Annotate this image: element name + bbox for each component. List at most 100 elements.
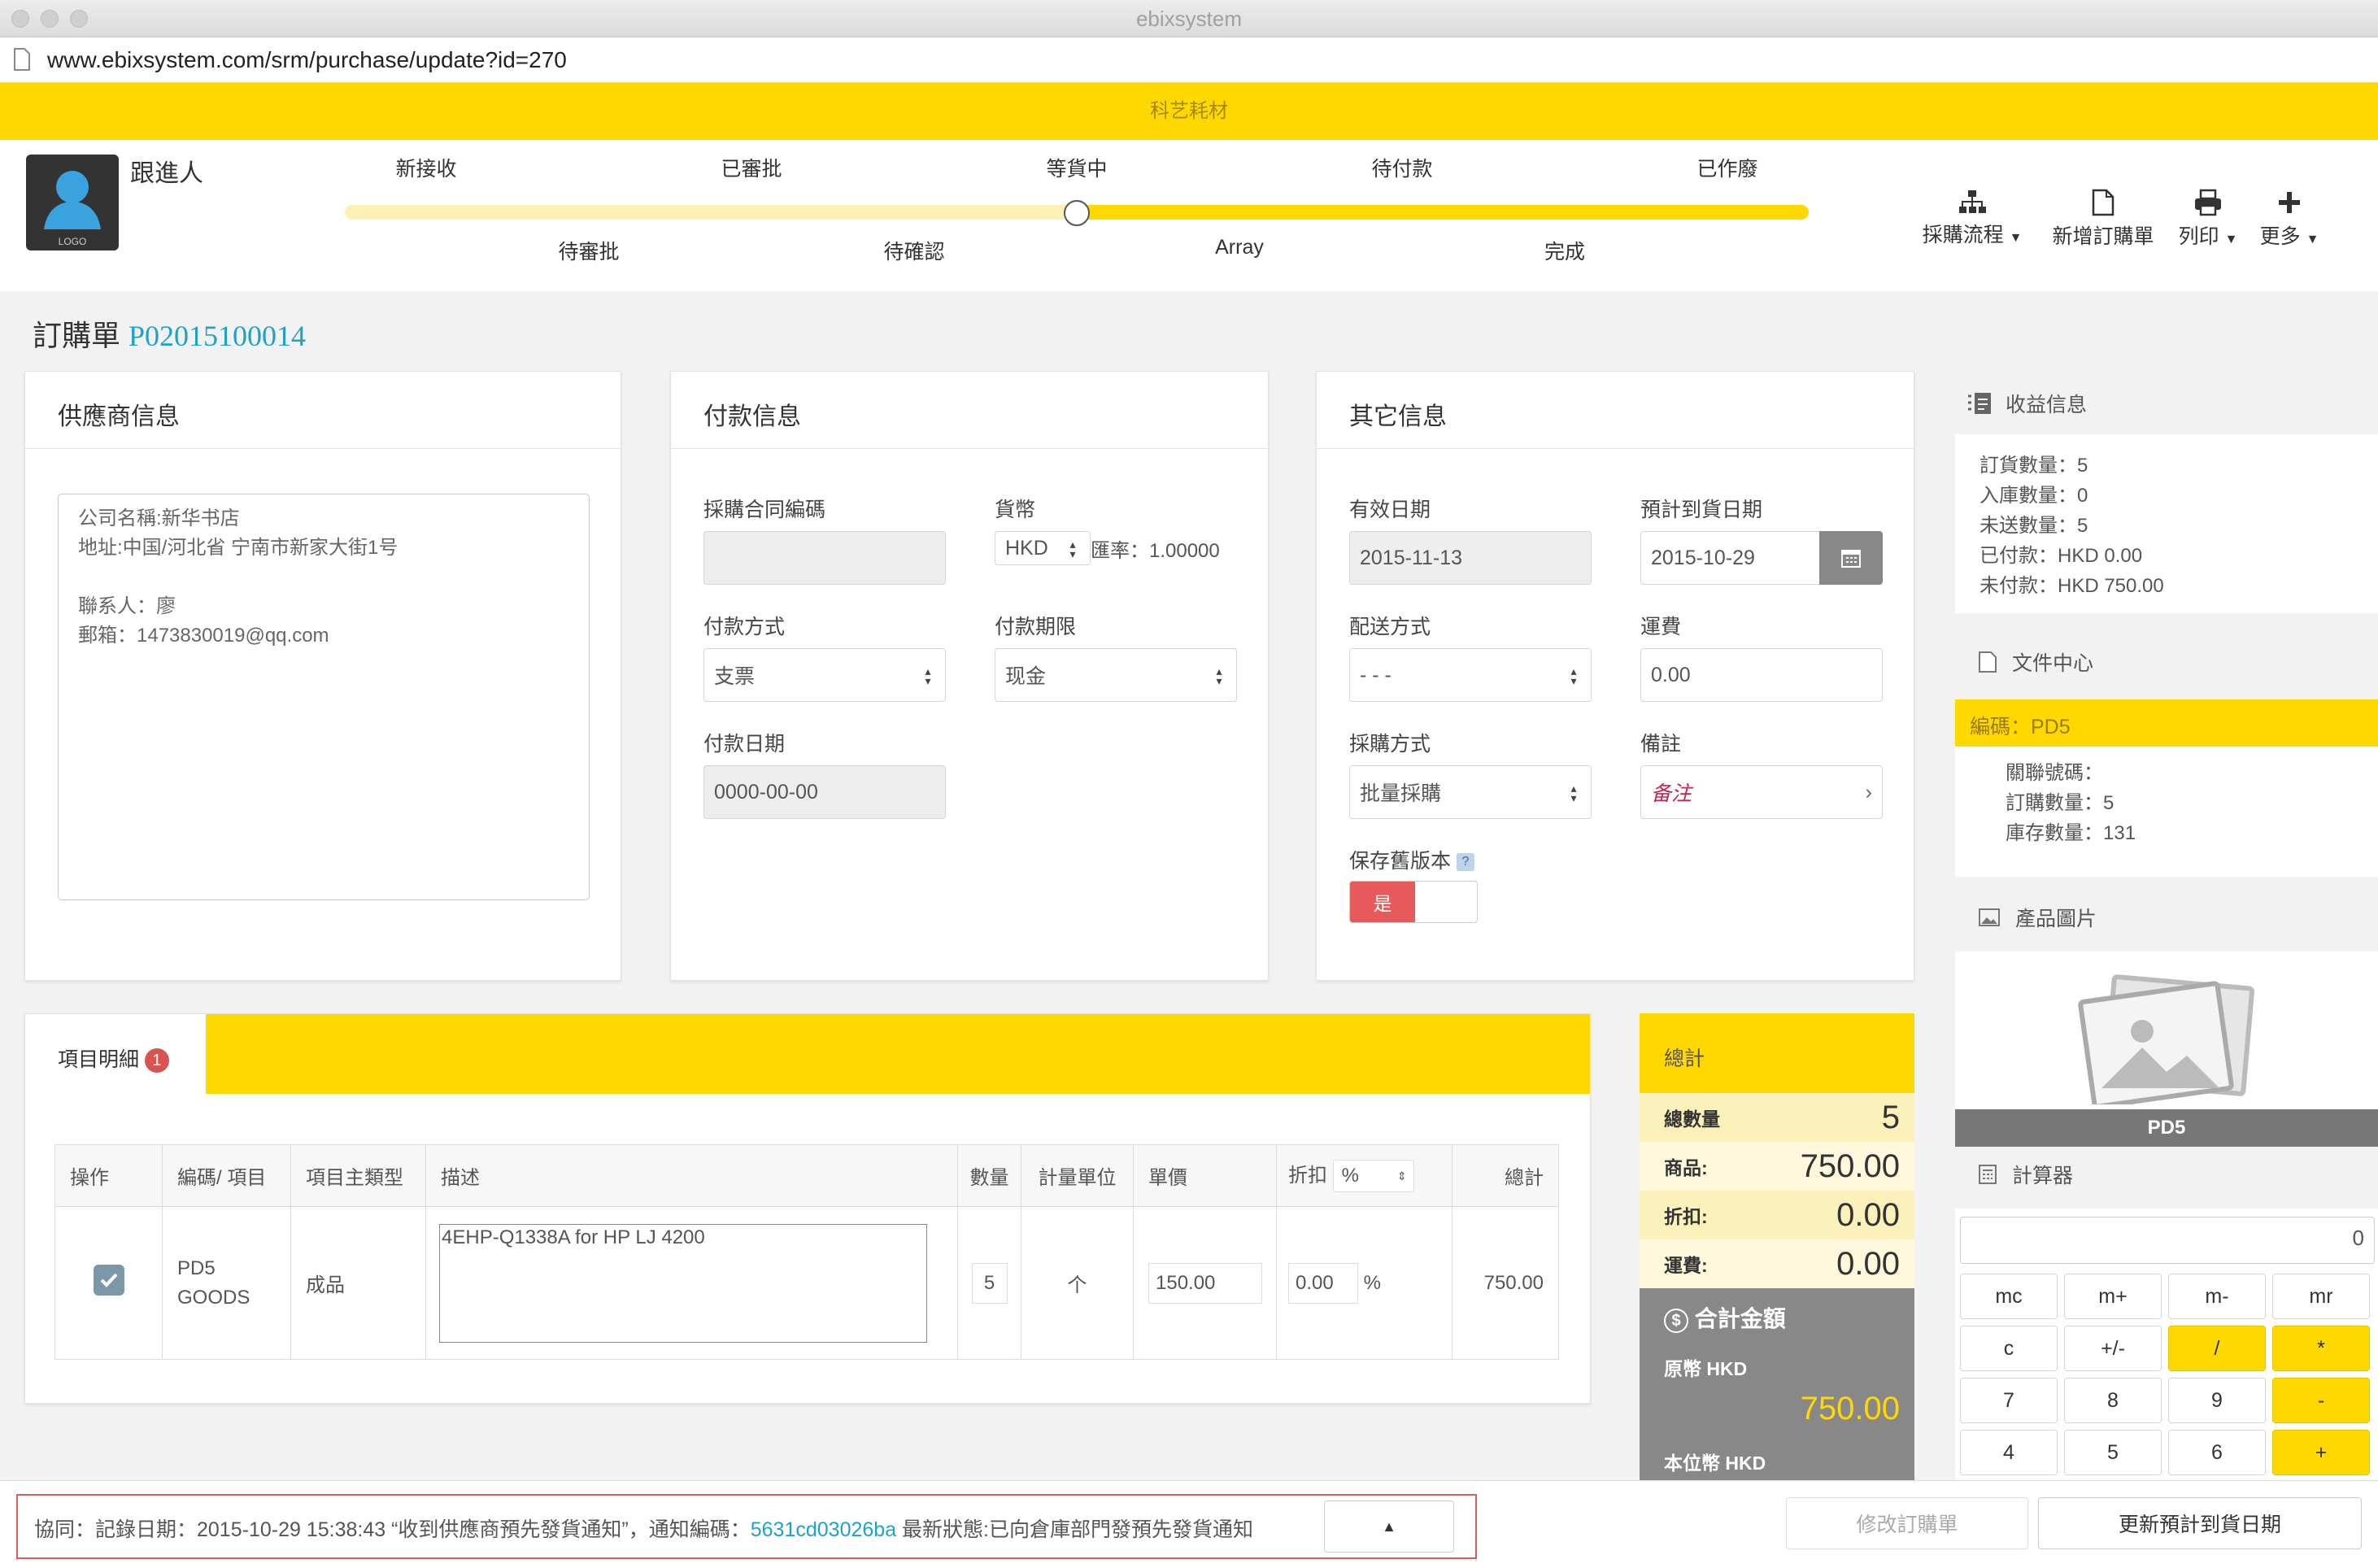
note-field[interactable]: 备注 ›	[1640, 765, 1883, 819]
sum-title-row: $ 合計金額	[1664, 1301, 1786, 1334]
calc-key[interactable]: mc	[1960, 1274, 2058, 1319]
col-op: 操作	[54, 1144, 163, 1207]
tab-items[interactable]: 項目明細 1	[58, 1043, 169, 1074]
supplier-textarea[interactable]: 公司名稱:新华书店 地址:中国/河北省 宁南市新家大街1号 聯系人：廖 郵箱：1…	[58, 494, 590, 900]
row-discount-input[interactable]: 0.00	[1288, 1262, 1358, 1304]
file-code-bar[interactable]: 編碼：PD5	[1955, 699, 2378, 747]
contract-input[interactable]	[703, 531, 946, 585]
step-array[interactable]: Array	[1207, 236, 1272, 259]
new-order-button[interactable]: 新增訂購單	[2046, 189, 2160, 250]
local-currency-label: 本位幣 HKD	[1664, 1453, 1766, 1474]
pay-method-label: 付款方式	[703, 616, 786, 638]
supplier-card: 供應商信息 公司名稱:新华书店 地址:中国/河北省 宁南市新家大街1号 聯系人：…	[24, 371, 621, 981]
update-eta-button[interactable]: 更新預計到貨日期	[2038, 1497, 2362, 1549]
company-banner: 科艺耗材	[0, 83, 2378, 140]
calc-key[interactable]: 6	[2168, 1430, 2266, 1475]
calc-key[interactable]: -	[2272, 1378, 2370, 1423]
currency-select[interactable]: HKD	[995, 531, 1091, 565]
profit-header[interactable]: 收益信息	[1966, 387, 2087, 420]
calc-key[interactable]: c	[1960, 1326, 2058, 1371]
status-progress-handle[interactable]	[1064, 200, 1090, 226]
calculator-title: 計算器	[2012, 1165, 2074, 1187]
freight-total-label: 運費:	[1664, 1255, 1708, 1276]
avatar[interactable]: LOGO	[26, 155, 119, 250]
print-button[interactable]: 列印 ▼	[2171, 189, 2245, 250]
calculator-header[interactable]: 計算器	[1978, 1158, 2073, 1191]
supplier-title: 供應商信息	[58, 403, 180, 430]
address-bar[interactable]: www.ebixsystem.com/srm/purchase/update?i…	[0, 37, 2378, 83]
step-approved[interactable]: 已審批	[719, 153, 784, 182]
freight-input[interactable]: 0.00	[1640, 648, 1883, 702]
row-type: 成品	[290, 1206, 426, 1360]
calc-key[interactable]: m+	[2064, 1274, 2162, 1319]
modify-order-button[interactable]: 修改訂購單	[1786, 1497, 2028, 1549]
calendar-button[interactable]	[1819, 531, 1883, 585]
list-icon	[1968, 393, 1991, 414]
goods-value: 750.00	[1800, 1148, 1900, 1184]
log-expand-button[interactable]: ▲	[1324, 1500, 1454, 1553]
items-tab-label: 項目明細	[58, 1048, 140, 1071]
row-desc-textarea[interactable]: 4EHP-Q1338A for HP LJ 4200	[439, 1223, 927, 1343]
pay-date-input[interactable]: 0000-00-00	[703, 765, 946, 819]
row-price-input[interactable]: 150.00	[1148, 1262, 1262, 1304]
calc-key[interactable]: 8	[2064, 1378, 2162, 1423]
step-new[interactable]: 新接收	[394, 153, 459, 182]
image-header[interactable]: 產品圖片	[1978, 901, 2097, 934]
row-checkbox[interactable]	[93, 1265, 124, 1296]
row-qty-input[interactable]: 5	[971, 1262, 1008, 1304]
goods-label: 商品:	[1664, 1157, 1708, 1178]
purchase-method-label: 採購方式	[1349, 733, 1431, 756]
goods-row: 商品: 750.00	[1640, 1142, 1914, 1191]
product-image[interactable]	[1955, 952, 2378, 1109]
print-label: 列印	[2178, 225, 2219, 248]
col-unit: 計量單位	[1021, 1144, 1134, 1207]
calc-key[interactable]: 4	[1960, 1430, 2058, 1475]
items-header-row: 操作 編碼/ 項目 項目主類型 描述 數量 計量單位 單價 折扣 % ⇕ 總計	[54, 1144, 1559, 1207]
right-sidebar: 收益信息 訂貨數量：5 入庫數量：0 未送數量：5 已付款：HKD 0.00 未…	[1955, 371, 2378, 1480]
step-to-pay[interactable]: 待付款	[1370, 153, 1435, 182]
calendar-icon	[1841, 550, 1861, 568]
purchase-method-select[interactable]: 批量採購	[1349, 765, 1592, 819]
col-discount: 折扣 % ⇕	[1276, 1144, 1452, 1207]
keep-version-toggle[interactable]: 是	[1349, 881, 1478, 923]
valid-date-input[interactable]: 2015-11-13	[1349, 531, 1592, 585]
calc-key[interactable]: m-	[2168, 1274, 2266, 1319]
calc-key[interactable]: +/-	[2064, 1326, 2162, 1371]
eta-input[interactable]: 2015-10-29	[1640, 531, 1821, 585]
pay-method-select[interactable]: 支票	[703, 648, 946, 702]
sitemap-icon	[1959, 190, 1986, 213]
url-text[interactable]: www.ebixsystem.com/srm/purchase/update?i…	[47, 47, 567, 73]
step-pending-confirm[interactable]: 待確認	[882, 236, 947, 265]
flow-button[interactable]: 採購流程 ▼	[1919, 189, 2025, 248]
status-header: LOGO 跟進人 新接收 已審批 等貨中 待付款 已作廢 待審批 待確認 Arr…	[0, 140, 2378, 291]
total-qty-row: 總數量 5	[1640, 1093, 1914, 1142]
calc-key[interactable]: mr	[2272, 1274, 2370, 1319]
files-title: 文件中心	[2012, 652, 2094, 675]
step-waiting[interactable]: 等貨中	[1044, 153, 1109, 182]
log-code-link[interactable]: 5631cd03026ba	[751, 1518, 896, 1541]
step-void[interactable]: 已作廢	[1695, 153, 1760, 182]
more-button[interactable]: 更多 ▼	[2253, 189, 2326, 250]
calculator: 0 mc m+ m-mr c +/- / * 7 8 9- 4 5 6 +	[1955, 1209, 2378, 1480]
row-name: GOODS	[177, 1286, 250, 1309]
files-header[interactable]: 文件中心	[1978, 646, 2093, 678]
calc-key[interactable]: 7	[1960, 1378, 2058, 1423]
help-icon[interactable]: ?	[1456, 853, 1474, 872]
url-host: www.ebixsystem.com	[47, 47, 265, 72]
calc-key[interactable]: +	[2272, 1430, 2370, 1475]
calc-key[interactable]: 5	[2064, 1430, 2162, 1475]
calc-key[interactable]: *	[2272, 1326, 2370, 1371]
discount-type-select[interactable]: % ⇕	[1332, 1160, 1414, 1193]
orig-currency-label: 原幣 HKD	[1664, 1358, 1748, 1379]
calc-key[interactable]: 9	[2168, 1378, 2266, 1423]
ship-select[interactable]: - - -	[1349, 648, 1592, 702]
pay-term-select[interactable]: 现金	[995, 648, 1237, 702]
items-tab-bar	[206, 1014, 1590, 1094]
calculator-display[interactable]: 0	[1960, 1217, 2375, 1264]
file-icon	[2092, 189, 2115, 216]
row-total: 750.00	[1452, 1206, 1559, 1360]
calc-key[interactable]: /	[2168, 1326, 2266, 1371]
step-pending-approval[interactable]: 待審批	[556, 236, 621, 265]
order-number: P02015100014	[128, 320, 307, 352]
step-done[interactable]: 完成	[1532, 236, 1597, 265]
